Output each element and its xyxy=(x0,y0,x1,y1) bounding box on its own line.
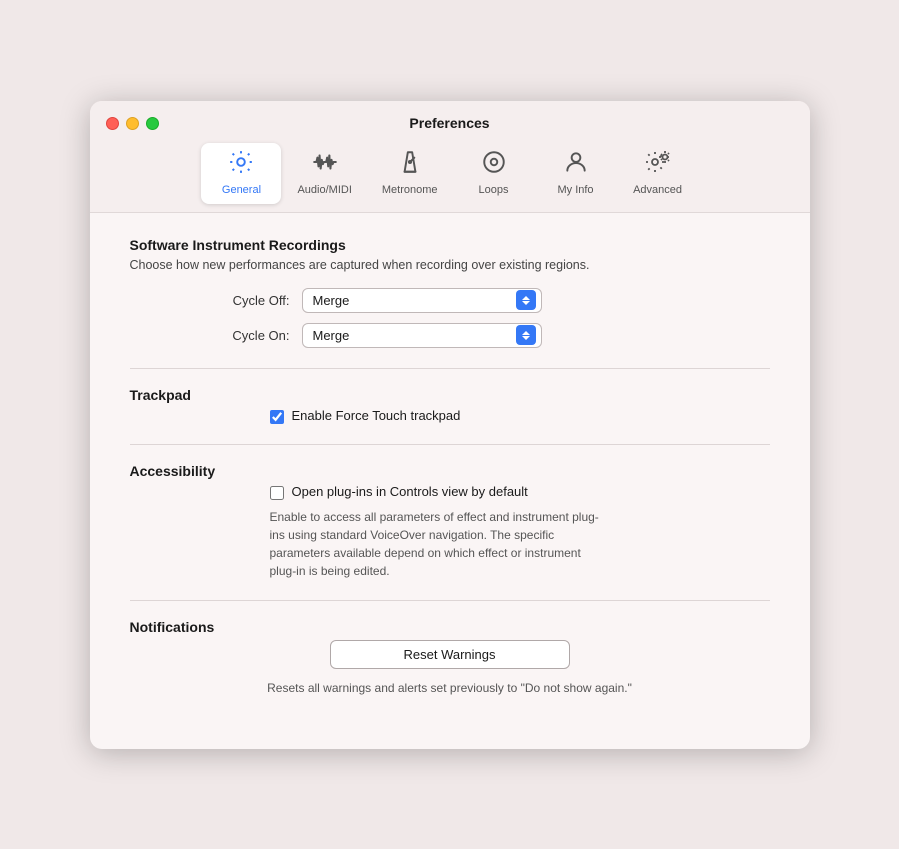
notifications-title: Notifications xyxy=(130,619,770,635)
force-touch-checkbox[interactable] xyxy=(270,410,284,424)
person-icon xyxy=(563,149,589,181)
cycle-on-select[interactable]: Merge Replace Create Takes xyxy=(302,323,542,348)
force-touch-row: Enable Force Touch trackpad xyxy=(130,408,770,424)
cycle-off-select-wrapper: Merge Replace Create Takes xyxy=(302,288,542,313)
controls-view-checkbox[interactable] xyxy=(270,486,284,500)
titlebar: Preferences General xyxy=(90,101,810,213)
cycle-on-label: Cycle On: xyxy=(190,328,290,343)
tab-my-info-label: My Info xyxy=(557,184,593,196)
tab-advanced-label: Advanced xyxy=(633,184,682,196)
divider-2 xyxy=(130,444,770,445)
tab-my-info[interactable]: My Info xyxy=(536,143,616,204)
controls-view-row: Open plug-ins in Controls view by defaul… xyxy=(130,484,770,500)
divider-3 xyxy=(130,600,770,601)
preferences-window: Preferences General xyxy=(90,101,810,749)
tab-metronome-label: Metronome xyxy=(382,184,438,196)
section-trackpad: Trackpad Enable Force Touch trackpad xyxy=(130,387,770,424)
section-accessibility: Accessibility Open plug-ins in Controls … xyxy=(130,463,770,580)
close-button[interactable] xyxy=(106,117,119,130)
gear-icon xyxy=(228,149,254,181)
cycle-off-select[interactable]: Merge Replace Create Takes xyxy=(302,288,542,313)
software-instruments-title: Software Instrument Recordings xyxy=(130,237,770,253)
software-instruments-desc: Choose how new performances are captured… xyxy=(130,258,770,272)
content-area: Software Instrument Recordings Choose ho… xyxy=(90,213,810,749)
notifications-desc: Resets all warnings and alerts set previ… xyxy=(130,679,770,697)
advanced-gear-icon xyxy=(645,149,671,181)
controls-view-label: Open plug-ins in Controls view by defaul… xyxy=(292,484,528,499)
cycle-off-label: Cycle Off: xyxy=(190,293,290,308)
tab-loops-label: Loops xyxy=(479,184,509,196)
waveform-icon xyxy=(312,149,338,181)
divider-1 xyxy=(130,368,770,369)
tab-audio-midi[interactable]: Audio/MIDI xyxy=(283,143,365,204)
force-touch-label: Enable Force Touch trackpad xyxy=(292,408,461,423)
tab-loops[interactable]: Loops xyxy=(454,143,534,204)
tab-advanced[interactable]: Advanced xyxy=(618,143,698,204)
cycle-on-row: Cycle On: Merge Replace Create Takes xyxy=(130,323,770,348)
section-notifications: Notifications Reset Warnings Resets all … xyxy=(130,619,770,697)
trackpad-title: Trackpad xyxy=(130,387,770,403)
tabs-bar: General xyxy=(201,143,697,204)
tab-general-label: General xyxy=(222,184,261,196)
minimize-button[interactable] xyxy=(126,117,139,130)
traffic-lights xyxy=(106,117,159,130)
reset-warnings-button[interactable]: Reset Warnings xyxy=(330,640,570,669)
window-title: Preferences xyxy=(409,115,489,131)
section-software-instruments: Software Instrument Recordings Choose ho… xyxy=(130,237,770,348)
cycle-on-select-wrapper: Merge Replace Create Takes xyxy=(302,323,542,348)
controls-view-desc: Enable to access all parameters of effec… xyxy=(130,508,610,580)
tab-general[interactable]: General xyxy=(201,143,281,204)
reset-button-row: Reset Warnings xyxy=(130,640,770,669)
tab-metronome[interactable]: Metronome xyxy=(368,143,452,204)
tab-audio-midi-label: Audio/MIDI xyxy=(297,184,351,196)
metronome-icon xyxy=(397,149,423,181)
accessibility-title: Accessibility xyxy=(130,463,770,479)
loops-icon xyxy=(481,149,507,181)
maximize-button[interactable] xyxy=(146,117,159,130)
cycle-off-row: Cycle Off: Merge Replace Create Takes xyxy=(130,288,770,313)
